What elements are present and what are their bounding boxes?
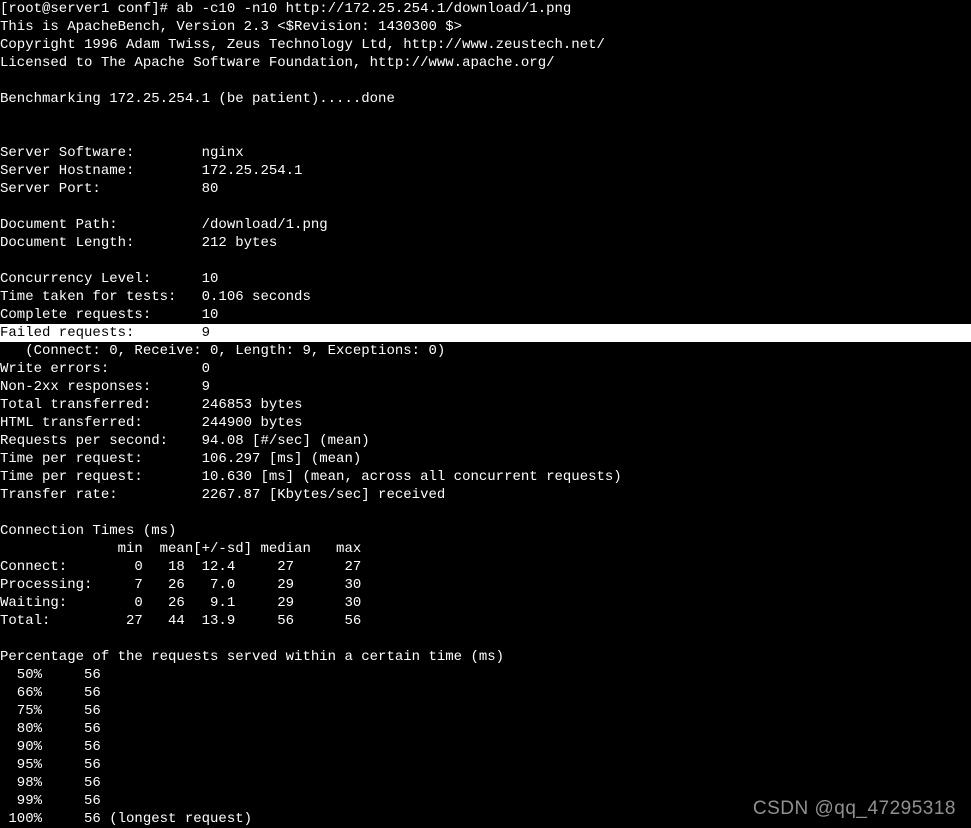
percentile-row: 75% 56 — [0, 703, 101, 719]
percentile-row: 50% 56 — [0, 667, 101, 683]
connect-row: Connect: 0 18 12.4 27 27 — [0, 559, 361, 575]
transfer-rate: Transfer rate: 2267.87 [Kbytes/sec] rece… — [0, 487, 445, 503]
server-port: Server Port: 80 — [0, 181, 218, 197]
connection-times-title: Connection Times (ms) — [0, 523, 176, 539]
complete-requests: Complete requests: 10 — [0, 307, 218, 323]
benchmarking-line: Benchmarking 172.25.254.1 (be patient)..… — [0, 91, 395, 107]
header-line: This is ApacheBench, Version 2.3 <$Revis… — [0, 19, 462, 35]
terminal-output[interactable]: [root@server1 conf]# ab -c10 -n10 http:/… — [0, 0, 971, 828]
html-transferred: HTML transferred: 244900 bytes — [0, 415, 302, 431]
time-per-request-all: Time per request: 10.630 [ms] (mean, acr… — [0, 469, 622, 485]
waiting-row: Waiting: 0 26 9.1 29 30 — [0, 595, 361, 611]
percentile-row: 90% 56 — [0, 739, 101, 755]
failed-detail: (Connect: 0, Receive: 0, Length: 9, Exce… — [0, 343, 445, 359]
header-line: Licensed to The Apache Software Foundati… — [0, 55, 555, 71]
percentile-row: 95% 56 — [0, 757, 101, 773]
total-transferred: Total transferred: 246853 bytes — [0, 397, 302, 413]
write-errors: Write errors: 0 — [0, 361, 210, 377]
processing-row: Processing: 7 26 7.0 29 30 — [0, 577, 361, 593]
non-2xx-responses: Non-2xx responses: 9 — [0, 379, 210, 395]
total-row: Total: 27 44 13.9 56 56 — [0, 613, 361, 629]
connection-times-header: min mean[+/-sd] median max — [0, 541, 361, 557]
percentile-row: 99% 56 — [0, 793, 101, 809]
time-per-request-mean: Time per request: 106.297 [ms] (mean) — [0, 451, 361, 467]
header-line: Copyright 1996 Adam Twiss, Zeus Technolo… — [0, 37, 605, 53]
prompt-line: [root@server1 conf]# ab -c10 -n10 http:/… — [0, 1, 571, 17]
document-path: Document Path: /download/1.png — [0, 217, 328, 233]
server-hostname: Server Hostname: 172.25.254.1 — [0, 163, 302, 179]
percentile-row: 80% 56 — [0, 721, 101, 737]
document-length: Document Length: 212 bytes — [0, 235, 277, 251]
server-software: Server Software: nginx — [0, 145, 244, 161]
concurrency-level: Concurrency Level: 10 — [0, 271, 218, 287]
percentile-row: 66% 56 — [0, 685, 101, 701]
percentile-row: 98% 56 — [0, 775, 101, 791]
requests-per-second: Requests per second: 94.08 [#/sec] (mean… — [0, 433, 370, 449]
time-taken: Time taken for tests: 0.106 seconds — [0, 289, 311, 305]
failed-requests-highlight: Failed requests: 9 — [0, 324, 971, 342]
percentile-title: Percentage of the requests served within… — [0, 649, 504, 665]
percentile-row: 100% 56 (longest request) — [0, 811, 252, 827]
